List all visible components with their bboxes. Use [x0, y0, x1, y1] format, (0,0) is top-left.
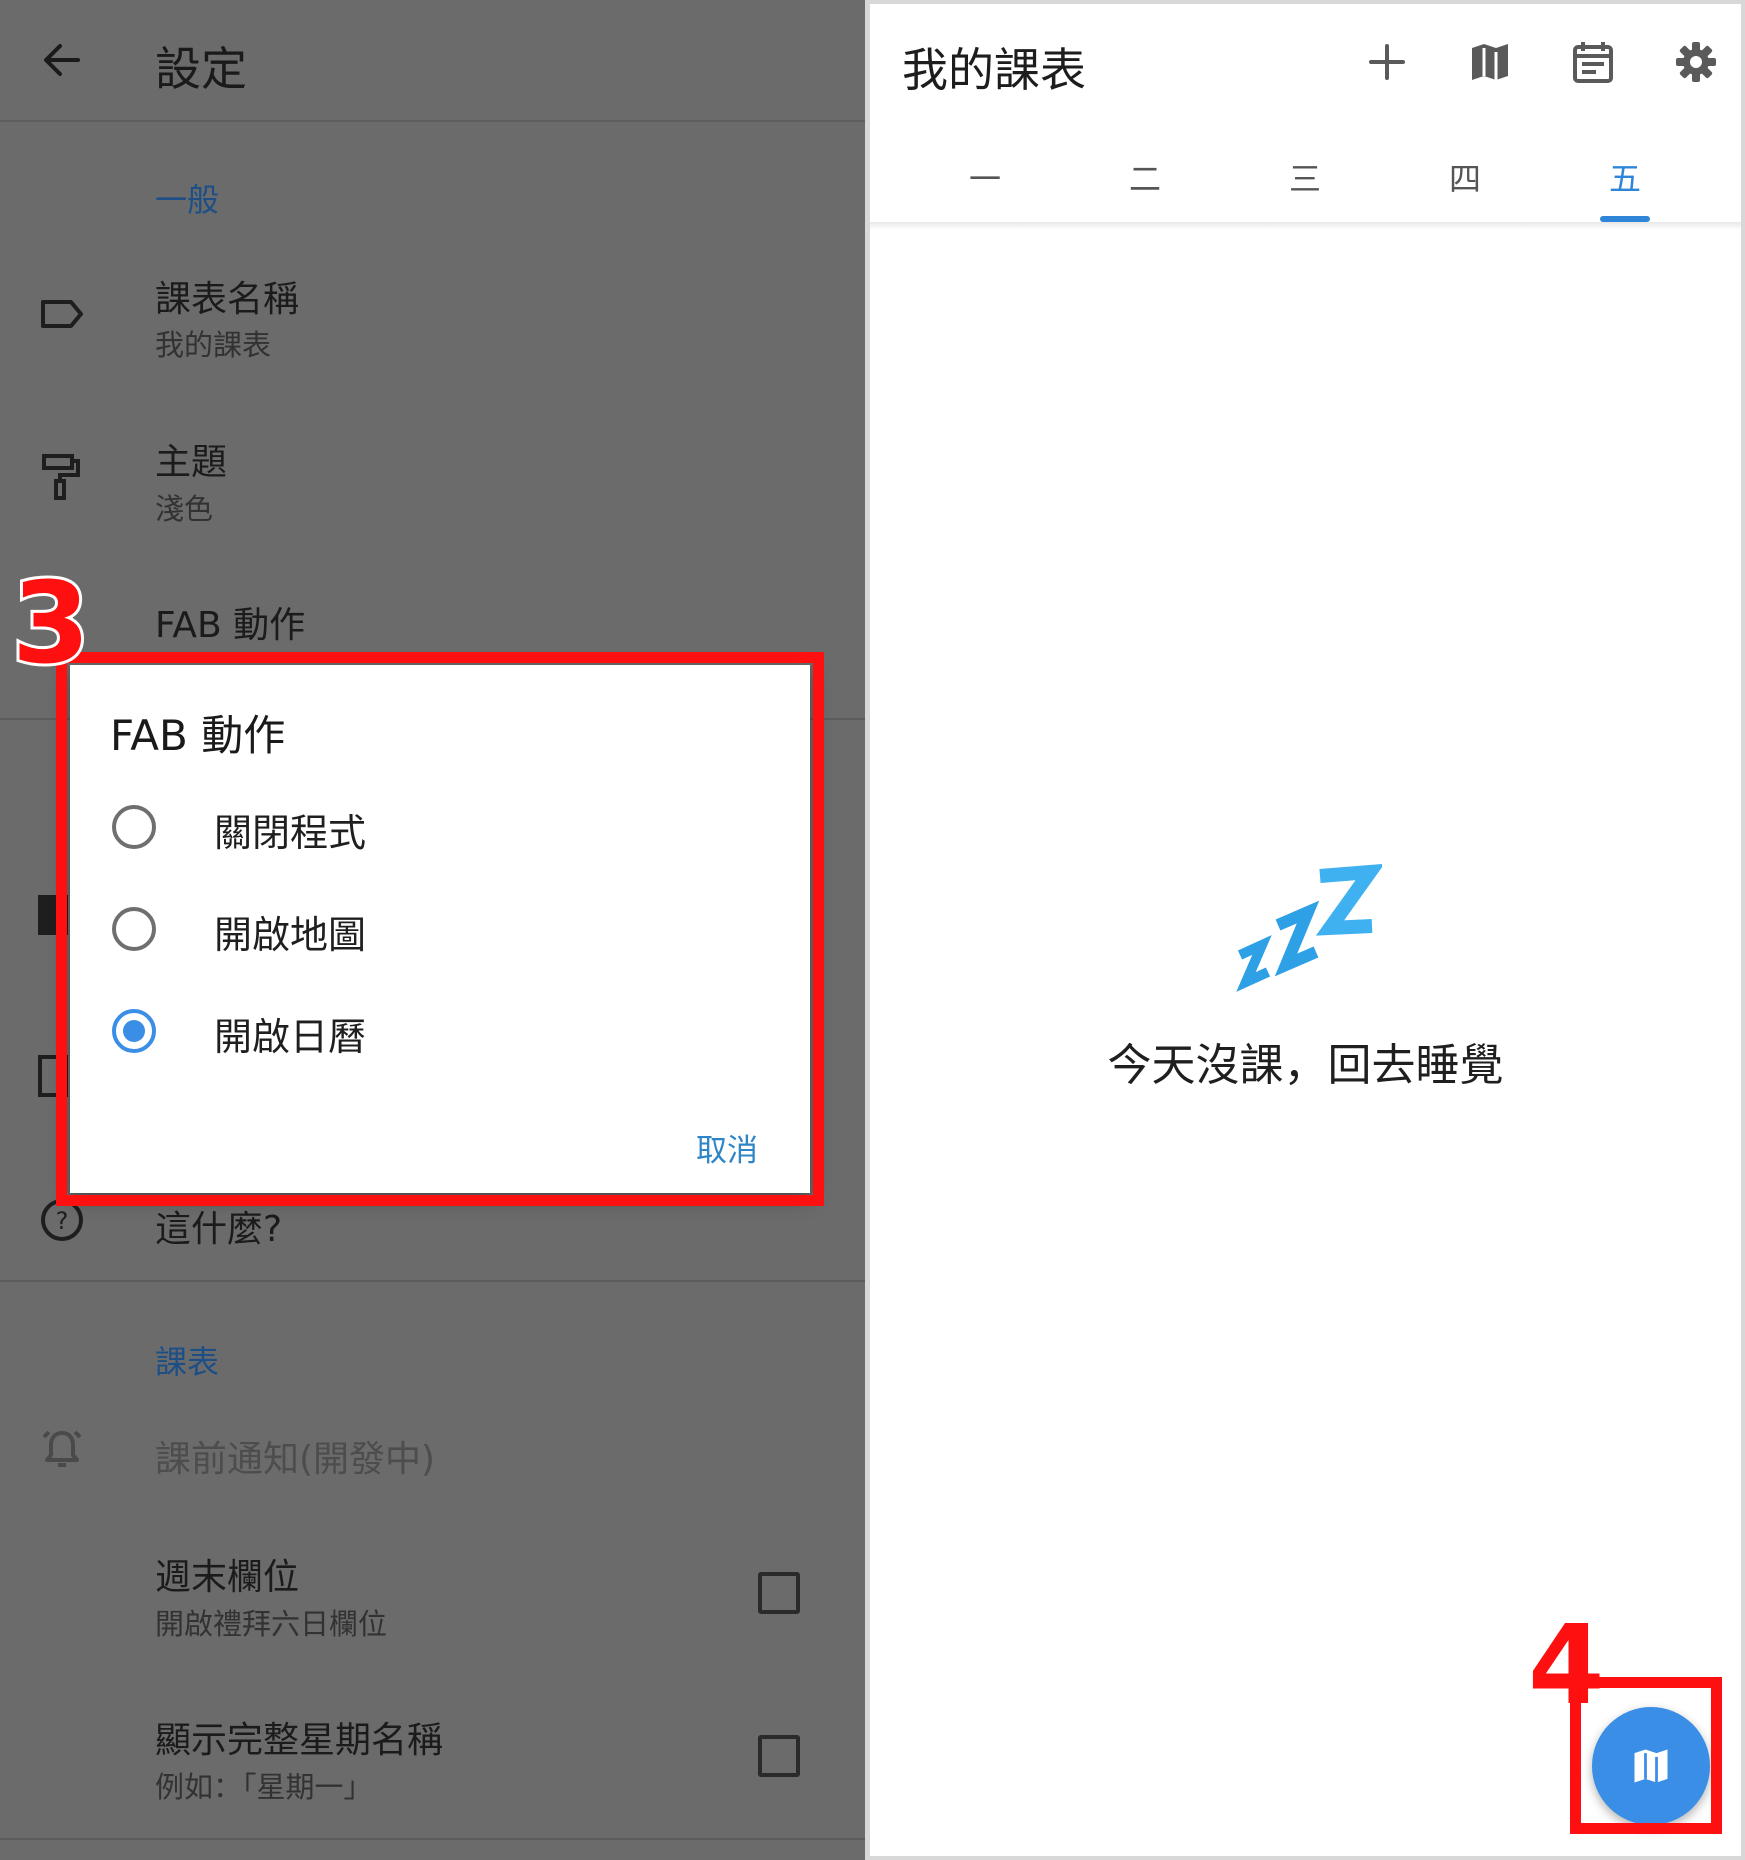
- tab-thursday[interactable]: 四: [1425, 154, 1505, 200]
- whats-this-setting[interactable]: 這什麼?: [155, 1200, 282, 1252]
- divider: [0, 1838, 865, 1840]
- tab-bar-shadow: [870, 222, 1741, 230]
- tab-monday[interactable]: 一: [945, 154, 1025, 200]
- gear-icon[interactable]: [1672, 38, 1720, 86]
- schedule-section-header: 課表: [155, 1343, 220, 1381]
- tab-friday[interactable]: 五: [1585, 154, 1665, 200]
- theme-value: 淺色: [155, 492, 214, 526]
- weekend-columns-checkbox[interactable]: [758, 1572, 800, 1614]
- weekend-columns-setting: 週末欄位: [155, 1557, 300, 1598]
- calendar-icon[interactable]: [1569, 38, 1617, 86]
- pre-class-notification-setting: 課前通知(開發中): [155, 1439, 436, 1480]
- annotation-number-4: 4: [1528, 1601, 1605, 1729]
- paint-roller-icon: [42, 454, 80, 500]
- schedule-screen: 我的課表 一 二 三 四 五 今天沒課，回去睡覺: [870, 4, 1741, 1856]
- annotation-box-3: [56, 652, 824, 1206]
- full-weekday-name-setting: 顯示完整星期名稱: [155, 1720, 444, 1761]
- map-icon[interactable]: [1466, 38, 1514, 86]
- schedule-title: 我的課表: [902, 43, 1086, 97]
- schedule-name-setting[interactable]: 課表名稱: [155, 270, 299, 322]
- theme-setting[interactable]: 主題: [155, 433, 227, 485]
- add-icon[interactable]: [1363, 38, 1411, 86]
- tab-tuesday[interactable]: 二: [1105, 154, 1185, 200]
- divider: [0, 1280, 865, 1282]
- schedule-name-value: 我的課表: [155, 328, 272, 362]
- weekend-columns-description: 開啟禮拜六日欄位: [155, 1607, 388, 1641]
- alarm-bell-icon: [42, 1430, 82, 1467]
- svg-text:?: ?: [56, 1207, 69, 1235]
- full-weekday-name-checkbox[interactable]: [758, 1735, 800, 1777]
- sleep-zzz-icon: [1236, 864, 1382, 992]
- fab-action-setting[interactable]: FAB 動作: [155, 596, 305, 648]
- back-arrow-icon[interactable]: [38, 30, 86, 90]
- settings-app-bar: [0, 0, 865, 122]
- full-weekday-name-example: 例如：「星期一」: [155, 1770, 373, 1804]
- settings-title: 設定: [155, 42, 247, 96]
- tab-wednesday[interactable]: 三: [1265, 154, 1345, 200]
- no-class-message: 今天沒課，回去睡覺: [1107, 1040, 1504, 1091]
- annotation-number-3: 3: [9, 559, 93, 689]
- general-section-header: 一般: [155, 181, 220, 219]
- label-icon: [41, 300, 83, 328]
